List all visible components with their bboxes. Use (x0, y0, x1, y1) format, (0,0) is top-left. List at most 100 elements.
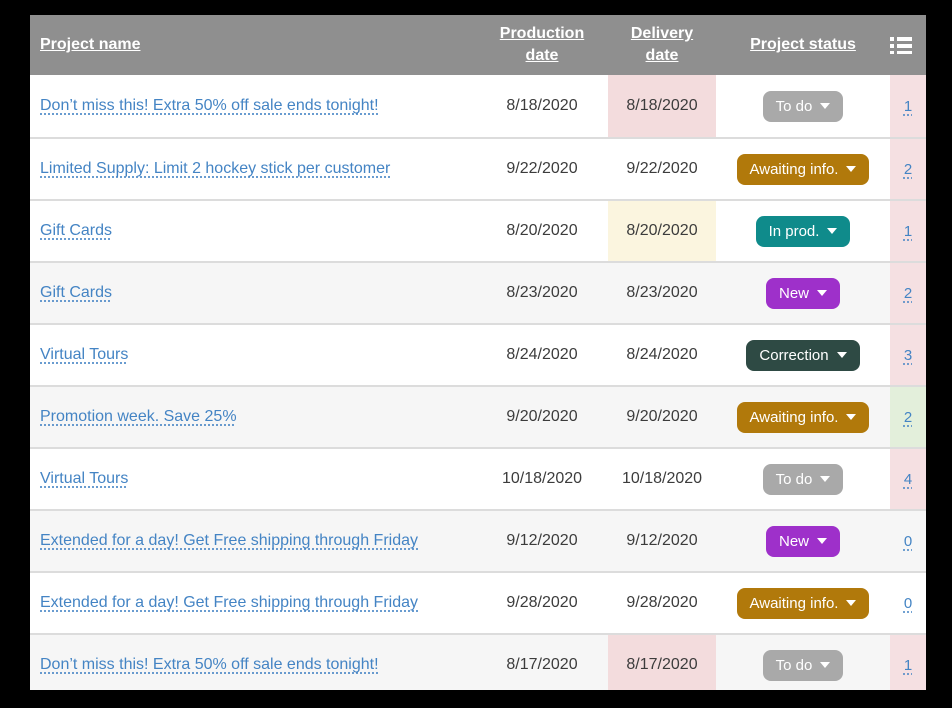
count-cell: 0 (890, 573, 926, 633)
status-label: New (779, 286, 809, 301)
count-cell: 2 (890, 387, 926, 447)
project-name-cell: Promotion week. Save 25% (30, 387, 476, 447)
project-name-link[interactable]: Gift Cards (40, 284, 112, 302)
status-label: To do (776, 472, 813, 487)
project-name-link[interactable]: Don’t miss this! Extra 50% off sale ends… (40, 656, 379, 674)
project-status-cell: New (716, 511, 890, 571)
production-date-cell: 8/20/2020 (476, 201, 608, 261)
status-dropdown[interactable]: Awaiting info. (737, 588, 870, 619)
project-name-link[interactable]: Promotion week. Save 25% (40, 408, 237, 426)
delivery-date-cell: 10/18/2020 (608, 449, 716, 509)
status-label: In prod. (769, 224, 820, 239)
status-dropdown[interactable]: In prod. (756, 216, 851, 247)
project-name-link[interactable]: Extended for a day! Get Free shipping th… (40, 532, 418, 550)
column-header-project-name[interactable]: Project name (40, 34, 140, 56)
production-date-cell: 9/28/2020 (476, 573, 608, 633)
project-name-cell: Don’t miss this! Extra 50% off sale ends… (30, 635, 476, 690)
list-icon[interactable] (890, 36, 912, 54)
production-date-cell: 9/22/2020 (476, 139, 608, 199)
column-header-delivery-date[interactable]: Delivery date (627, 23, 697, 68)
table-row: Virtual Tours 8/24/2020 8/24/2020 Correc… (30, 323, 926, 385)
count-link[interactable]: 2 (904, 161, 912, 178)
production-date-cell: 10/18/2020 (476, 449, 608, 509)
column-header-delivery-date-cell: Delivery date (608, 15, 716, 75)
project-name-link[interactable]: Virtual Tours (40, 470, 128, 488)
production-date-cell: 8/17/2020 (476, 635, 608, 690)
project-name-link[interactable]: Limited Supply: Limit 2 hockey stick per… (40, 160, 390, 178)
status-label: To do (776, 99, 813, 114)
project-name-link[interactable]: Extended for a day! Get Free shipping th… (40, 594, 418, 612)
status-label: To do (776, 658, 813, 673)
project-name-cell: Extended for a day! Get Free shipping th… (30, 511, 476, 571)
delivery-date-cell: 8/17/2020 (608, 635, 716, 690)
count-link[interactable]: 0 (904, 595, 912, 612)
project-name-link[interactable]: Virtual Tours (40, 346, 128, 364)
status-dropdown[interactable]: New (766, 526, 840, 557)
count-cell: 4 (890, 449, 926, 509)
count-cell: 3 (890, 325, 926, 385)
status-dropdown[interactable]: New (766, 278, 840, 309)
count-link[interactable]: 3 (904, 347, 912, 364)
caret-down-icon (820, 662, 830, 668)
project-name-cell: Gift Cards (30, 201, 476, 261)
project-status-cell: Correction (716, 325, 890, 385)
project-status-cell: New (716, 263, 890, 323)
status-label: Correction (759, 348, 828, 363)
project-name-link[interactable]: Gift Cards (40, 222, 112, 240)
project-name-link[interactable]: Don’t miss this! Extra 50% off sale ends… (40, 97, 379, 115)
status-dropdown[interactable]: To do (763, 464, 844, 495)
status-dropdown[interactable]: To do (763, 91, 844, 122)
project-status-cell: In prod. (716, 201, 890, 261)
delivery-date-cell: 9/22/2020 (608, 139, 716, 199)
count-cell: 2 (890, 139, 926, 199)
delivery-date-cell: 9/20/2020 (608, 387, 716, 447)
count-link[interactable]: 2 (904, 285, 912, 302)
count-link[interactable]: 1 (904, 98, 912, 115)
caret-down-icon (817, 290, 827, 296)
production-date-cell: 9/20/2020 (476, 387, 608, 447)
table-row: Virtual Tours 10/18/2020 10/18/2020 To d… (30, 447, 926, 509)
project-status-cell: Awaiting info. (716, 573, 890, 633)
column-header-options-cell (890, 15, 926, 75)
status-dropdown[interactable]: To do (763, 650, 844, 681)
count-cell: 1 (890, 201, 926, 261)
project-name-cell: Limited Supply: Limit 2 hockey stick per… (30, 139, 476, 199)
project-status-cell: To do (716, 635, 890, 690)
page-background: Project name Production date Delivery da… (0, 0, 952, 708)
count-link[interactable]: 1 (904, 223, 912, 240)
table-body: Don’t miss this! Extra 50% off sale ends… (30, 75, 926, 690)
table-row: Gift Cards 8/23/2020 8/23/2020 New 2 (30, 261, 926, 323)
caret-down-icon (846, 166, 856, 172)
status-dropdown[interactable]: Correction (746, 340, 859, 371)
column-header-project-name-cell: Project name (30, 15, 476, 75)
status-dropdown[interactable]: Awaiting info. (737, 402, 870, 433)
count-link[interactable]: 2 (904, 409, 912, 426)
delivery-date-cell: 8/24/2020 (608, 325, 716, 385)
project-status-cell: Awaiting info. (716, 139, 890, 199)
project-status-cell: To do (716, 449, 890, 509)
delivery-date-cell: 8/23/2020 (608, 263, 716, 323)
table-row: Extended for a day! Get Free shipping th… (30, 571, 926, 633)
caret-down-icon (820, 103, 830, 109)
table-header: Project name Production date Delivery da… (30, 15, 926, 75)
production-date-cell: 8/18/2020 (476, 75, 608, 137)
status-dropdown[interactable]: Awaiting info. (737, 154, 870, 185)
caret-down-icon (827, 228, 837, 234)
status-label: New (779, 534, 809, 549)
project-status-cell: Awaiting info. (716, 387, 890, 447)
delivery-date-cell: 8/18/2020 (608, 75, 716, 137)
column-header-production-date[interactable]: Production date (495, 23, 590, 68)
count-link[interactable]: 4 (904, 471, 912, 488)
count-link[interactable]: 0 (904, 533, 912, 550)
count-cell: 1 (890, 635, 926, 690)
production-date-cell: 8/24/2020 (476, 325, 608, 385)
table-row: Limited Supply: Limit 2 hockey stick per… (30, 137, 926, 199)
column-header-project-status[interactable]: Project status (750, 34, 856, 56)
delivery-date-cell: 9/12/2020 (608, 511, 716, 571)
table-row: Gift Cards 8/20/2020 8/20/2020 In prod. … (30, 199, 926, 261)
count-link[interactable]: 1 (904, 657, 912, 674)
table-row: Don’t miss this! Extra 50% off sale ends… (30, 75, 926, 137)
delivery-date-cell: 8/20/2020 (608, 201, 716, 261)
status-label: Awaiting info. (750, 410, 839, 425)
column-header-project-status-cell: Project status (716, 15, 890, 75)
